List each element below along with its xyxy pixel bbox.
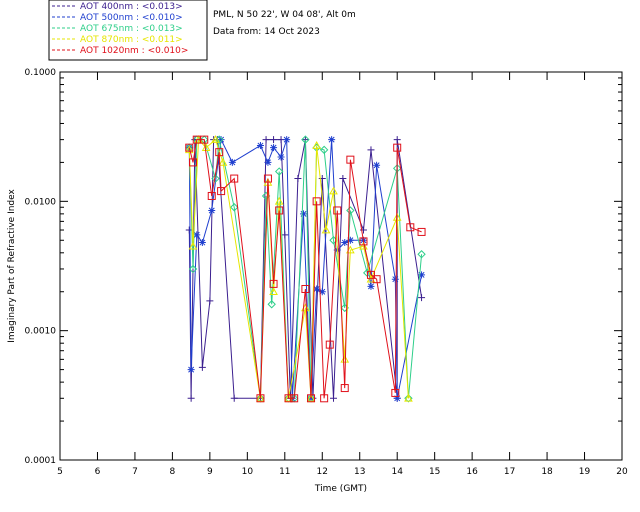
y-tick-label: 0.0100 bbox=[25, 197, 57, 207]
data-point-star bbox=[393, 394, 401, 402]
data-point-plus bbox=[339, 175, 347, 183]
data-point-star bbox=[328, 136, 336, 144]
x-tick-label: 6 bbox=[95, 467, 101, 477]
y-tick-label: 0.1000 bbox=[25, 68, 57, 78]
data-point-plus bbox=[367, 146, 375, 154]
x-tick-label: 12 bbox=[317, 467, 328, 477]
data-point-plus bbox=[206, 297, 214, 305]
series-2 bbox=[185, 136, 426, 402]
data-point-star bbox=[228, 158, 236, 166]
data-point-star bbox=[277, 153, 285, 161]
legend-label: AOT 500nm : <0.010> bbox=[80, 13, 183, 23]
data-point-star bbox=[300, 210, 308, 218]
x-tick-label: 15 bbox=[429, 467, 440, 477]
date-info: Data from: 14 Oct 2023 bbox=[213, 27, 320, 37]
x-tick-label: 10 bbox=[242, 467, 254, 477]
data-point-star bbox=[373, 161, 381, 169]
chart: PML, N 50 22', W 04 08', Alt 0m Data fro… bbox=[7, 0, 628, 494]
data-point-star bbox=[187, 366, 195, 374]
x-tick-label: 19 bbox=[579, 467, 591, 477]
x-tick-label: 5 bbox=[57, 467, 63, 477]
data-point-star bbox=[391, 275, 399, 283]
x-tick-label: 9 bbox=[207, 467, 213, 477]
x-tick-label: 14 bbox=[391, 467, 403, 477]
data-point-plus bbox=[294, 175, 302, 183]
legend-label: AOT 675nm : <0.013> bbox=[80, 24, 183, 34]
x-tick-label: 13 bbox=[354, 467, 365, 477]
x-axis-label: Time (GMT) bbox=[314, 484, 367, 494]
series-line bbox=[188, 137, 423, 399]
data-point-star bbox=[198, 239, 206, 247]
data-point-plus bbox=[393, 136, 401, 144]
data-point-star bbox=[270, 144, 278, 152]
data-point-plus bbox=[418, 294, 426, 302]
x-tick-label: 16 bbox=[466, 467, 478, 477]
plot-area bbox=[59, 71, 623, 461]
data-point-star bbox=[256, 142, 264, 150]
data-point-plus bbox=[270, 136, 278, 144]
x-tick-label: 11 bbox=[279, 467, 290, 477]
data-point-star bbox=[367, 282, 375, 290]
data-point-star bbox=[208, 206, 216, 214]
x-tick-label: 7 bbox=[132, 467, 138, 477]
x-tick-label: 20 bbox=[616, 467, 628, 477]
x-tick-label: 17 bbox=[504, 467, 515, 477]
data-point-plus bbox=[198, 363, 206, 371]
legend-label: AOT 400nm : <0.013> bbox=[80, 2, 183, 12]
y-tick-label: 0.0010 bbox=[25, 327, 57, 337]
legend-label: AOT 870nm : <0.011> bbox=[80, 35, 183, 45]
data-point-plus bbox=[262, 136, 270, 144]
data-point-plus bbox=[187, 394, 195, 402]
data-point-star bbox=[264, 158, 272, 166]
y-axis-label: Imaginary Part of Refractive Index bbox=[7, 188, 17, 342]
data-point-plus bbox=[230, 394, 238, 402]
legend-label: AOT 1020nm : <0.010> bbox=[80, 46, 188, 56]
x-tick-label: 8 bbox=[170, 467, 176, 477]
data-point-star bbox=[283, 136, 291, 144]
y-tick-label: 0.0001 bbox=[25, 456, 57, 466]
x-tick-label: 18 bbox=[541, 467, 553, 477]
data-point-plus bbox=[330, 394, 338, 402]
station-info: PML, N 50 22', W 04 08', Alt 0m bbox=[213, 10, 356, 20]
legend: AOT 400nm : <0.013>AOT 500nm : <0.010>AO… bbox=[48, 0, 208, 61]
